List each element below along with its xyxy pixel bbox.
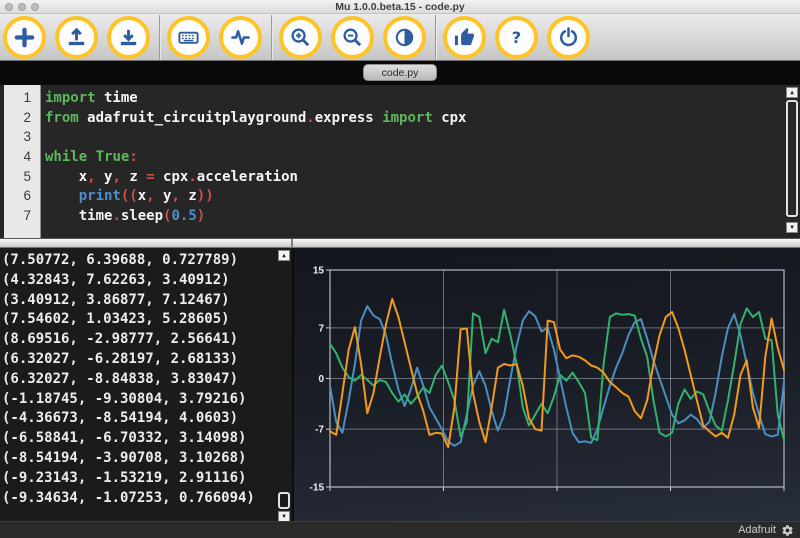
power-icon bbox=[557, 26, 580, 49]
waveform-icon bbox=[229, 26, 252, 49]
serial-output-line: (-1.18745, -9.30804, 3.79216) bbox=[2, 390, 247, 407]
scroll-down-icon[interactable]: ▼ bbox=[278, 511, 290, 521]
serial-output-line: (8.69516, -2.98777, 2.56641) bbox=[2, 331, 239, 348]
zoom-in-button[interactable] bbox=[279, 15, 322, 59]
save-button[interactable] bbox=[107, 15, 150, 59]
check-button[interactable] bbox=[443, 15, 486, 59]
line-number: 3 bbox=[23, 129, 31, 145]
line-number: 5 bbox=[23, 168, 31, 184]
code-line: 2 from adafruit_circuitplayground.express… bbox=[0, 108, 800, 128]
line-number: 6 bbox=[23, 188, 31, 204]
toolbar-separator bbox=[271, 14, 272, 60]
line-number: 4 bbox=[23, 149, 31, 165]
code-text: time.sleep(0.5) bbox=[45, 208, 206, 225]
serial-output-line: (-4.36673, -8.54194, 4.0603) bbox=[2, 410, 239, 427]
new-button[interactable] bbox=[3, 15, 46, 59]
line-number: 2 bbox=[23, 109, 31, 125]
line-number: 1 bbox=[23, 90, 31, 105]
serial-output-line: (-9.34634, -1.07253, 0.766094) bbox=[2, 489, 255, 506]
load-button[interactable] bbox=[55, 15, 98, 59]
serial-button[interactable] bbox=[167, 15, 210, 59]
toolbar-separator bbox=[435, 14, 436, 60]
serial-output-line: (6.32027, -8.84838, 3.83047) bbox=[2, 370, 239, 387]
theme-button[interactable] bbox=[383, 15, 426, 59]
help-button[interactable]: ? bbox=[495, 15, 538, 59]
contrast-icon bbox=[393, 26, 416, 49]
scroll-down-icon[interactable]: ▼ bbox=[786, 222, 798, 233]
y-tick-label: 7 bbox=[318, 323, 324, 334]
scroll-up-icon[interactable]: ▲ bbox=[786, 87, 798, 98]
download-icon bbox=[117, 26, 140, 49]
plus-icon bbox=[13, 26, 36, 49]
code-line: 3 bbox=[0, 127, 800, 147]
y-tick-label: -15 bbox=[310, 483, 325, 494]
y-tick-label: 15 bbox=[313, 266, 325, 277]
serial-output-pane[interactable]: (7.50772, 6.39688, 0.727789) (4.32843, 7.… bbox=[0, 248, 292, 521]
splitter-notch bbox=[291, 239, 293, 247]
serial-output-line: (7.50772, 6.39688, 0.727789) bbox=[2, 252, 239, 268]
serial-output-line: (4.32843, 7.62263, 3.40912) bbox=[2, 271, 230, 288]
serial-output-line: (3.40912, 3.86877, 7.12467) bbox=[2, 291, 230, 308]
bottom-panes: (7.50772, 6.39688, 0.727789) (4.32843, 7.… bbox=[0, 248, 800, 521]
code-text: import time bbox=[45, 90, 138, 106]
scroll-up-icon[interactable]: ▲ bbox=[278, 250, 290, 261]
keyboard-icon bbox=[177, 26, 200, 49]
plotter-chart: 15 7 0 -7 -15 bbox=[310, 266, 785, 494]
toolbar: ? bbox=[0, 14, 800, 61]
code-line: 5 x, y, z = cpx.acceleration bbox=[0, 167, 800, 187]
repl-scrollbar-thumb[interactable] bbox=[278, 492, 290, 509]
code-text: print((x, y, z)) bbox=[78, 188, 214, 205]
editor-scrollbar[interactable]: ▲ ▼ bbox=[785, 85, 799, 238]
serial-output-line: (-8.54194, -3.90708, 3.10268) bbox=[2, 449, 247, 466]
title-bar: Mu 1.0.0.beta.15 - code.py bbox=[0, 0, 800, 14]
window-title: Mu 1.0.0.beta.15 - code.py bbox=[335, 0, 465, 13]
serial-output-line: (-6.58841, -6.70332, 3.14098) bbox=[2, 430, 247, 447]
y-tick-label: -7 bbox=[315, 425, 324, 436]
serial-output-line: (6.32027, -6.28197, 2.68133) bbox=[2, 350, 239, 367]
serial-output-line: (7.54602, 1.03423, 5.28605) bbox=[2, 311, 230, 328]
code-line: 1 import time bbox=[0, 88, 800, 108]
mu-editor-window: Mu 1.0.0.beta.15 - code.py ? code.py 1 im… bbox=[0, 0, 800, 538]
tab-code-py[interactable]: code.py bbox=[363, 64, 437, 81]
status-bar: Adafruit bbox=[0, 521, 800, 538]
code-text: while True: bbox=[45, 149, 138, 166]
plotter-pane: 15 7 0 -7 -15 bbox=[294, 248, 800, 521]
tab-strip: code.py bbox=[0, 61, 800, 85]
code-editor[interactable]: 1 import time 2 from adafruit_circuitplaygr… bbox=[0, 85, 800, 238]
code-line: 6 print((x, y, z)) bbox=[0, 186, 800, 206]
zoom-in-icon bbox=[289, 26, 312, 49]
editor-scrollbar-thumb[interactable] bbox=[786, 100, 798, 217]
plotter-button[interactable] bbox=[219, 15, 262, 59]
y-tick-label: 0 bbox=[318, 374, 324, 385]
svg-text:?: ? bbox=[512, 27, 521, 46]
code-line: 4 while True: bbox=[0, 147, 800, 167]
zoom-out-button[interactable] bbox=[331, 15, 374, 59]
mode-button[interactable]: Adafruit bbox=[738, 524, 776, 536]
horizontal-splitter[interactable] bbox=[0, 238, 800, 248]
serial-output-line: (-9.23143, -1.53219, 2.91116) bbox=[2, 469, 247, 486]
repl-scrollbar[interactable]: ▲ ▼ bbox=[277, 248, 291, 521]
thumbs-up-icon bbox=[453, 26, 476, 49]
zoom-out-icon bbox=[341, 26, 364, 49]
toolbar-separator bbox=[159, 14, 160, 60]
quit-button[interactable] bbox=[547, 15, 590, 59]
code-text: from adafruit_circuitplayground.express … bbox=[45, 109, 467, 126]
settings-gear-icon[interactable] bbox=[781, 524, 794, 537]
line-number: 7 bbox=[23, 208, 31, 224]
upload-icon bbox=[65, 26, 88, 49]
code-line: 7 time.sleep(0.5) bbox=[0, 206, 800, 226]
code-text: x, y, z = cpx.acceleration bbox=[45, 168, 298, 185]
question-icon: ? bbox=[505, 26, 528, 49]
